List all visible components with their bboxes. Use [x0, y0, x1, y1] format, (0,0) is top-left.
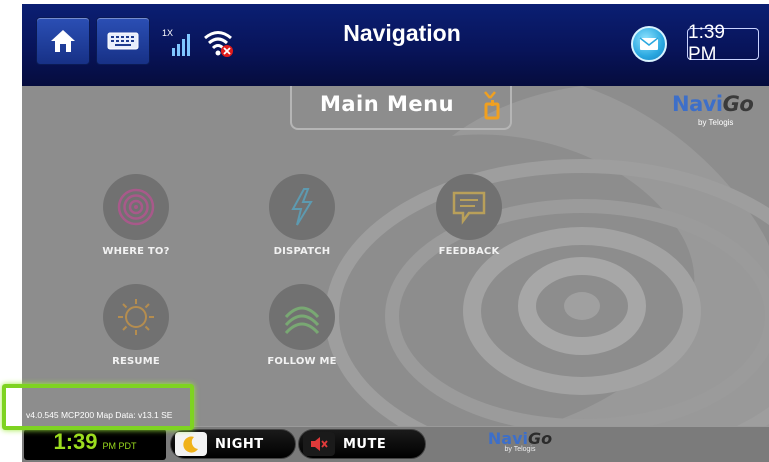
moon-icon: [183, 436, 198, 453]
follow-me-circle: [269, 284, 335, 350]
resume-label: RESUME: [112, 356, 160, 367]
bottom-clock-time: 1:39: [53, 429, 98, 454]
resume-circle: [103, 284, 169, 350]
signal-icon: [172, 34, 190, 56]
mute-label: MUTE: [343, 436, 387, 452]
signal-waves-icon: [284, 306, 320, 335]
feedback-label: FEEDBACK: [438, 246, 500, 257]
main-menu-area: Main Menu NaviGo by Telogis WHERE TO? DI…: [22, 86, 769, 426]
page-title: Navigation: [343, 20, 461, 46]
lightning-icon: [291, 188, 313, 226]
mail-icon: [639, 37, 659, 50]
keyboard-button[interactable]: [96, 17, 150, 65]
follow-me-button[interactable]: FOLLOW ME: [247, 284, 357, 367]
bottom-clock-zone: PM PDT: [102, 441, 137, 451]
night-mode-button[interactable]: NIGHT: [170, 429, 296, 459]
where-to-button[interactable]: WHERE TO?: [81, 174, 191, 257]
feedback-circle: [436, 174, 502, 240]
speaker-muted-icon: [311, 437, 328, 451]
home-icon: [51, 30, 75, 52]
bottom-navigo-logo: NaviGo by Telogis: [480, 429, 560, 461]
feedback-button[interactable]: FEEDBACK: [414, 174, 524, 257]
brand-go: Go: [722, 92, 754, 116]
target-icon: [117, 188, 155, 226]
sun-icon: [118, 299, 154, 335]
mute-button[interactable]: MUTE: [298, 429, 426, 459]
moon-icon-box: [175, 432, 207, 456]
bottom-bar: 1:39 PM PDT NIGHT MUTE NaviGo by Telogis: [22, 426, 769, 462]
keyboard-icon: [107, 32, 139, 50]
follow-me-label: FOLLOW ME: [267, 356, 337, 367]
messages-button[interactable]: [631, 26, 667, 62]
top-bar: 1X Navigation 1:39 PM: [22, 4, 769, 86]
home-button[interactable]: [36, 17, 90, 65]
speaker-icon-box: [303, 432, 335, 456]
bottom-clock: 1:39 PM PDT: [24, 429, 166, 460]
night-label: NIGHT: [215, 436, 264, 452]
chat-icon: [452, 191, 486, 225]
clock-display: 1:39 PM: [687, 22, 759, 65]
dispatch-button[interactable]: DISPATCH: [247, 174, 357, 257]
resume-button[interactable]: RESUME: [81, 284, 191, 367]
wifi-off-icon: [204, 31, 233, 57]
main-menu-title: Main Menu: [319, 92, 455, 116]
dispatch-label: DISPATCH: [273, 246, 331, 257]
navigo-logo: NaviGo by Telogis: [672, 92, 764, 132]
dispatch-circle: [269, 174, 335, 240]
gps-satellite-icon: [484, 91, 500, 120]
where-to-label: WHERE TO?: [102, 246, 170, 257]
where-to-circle: [103, 174, 169, 240]
version-highlight-box: [2, 384, 194, 430]
brand-sub: by Telogis: [698, 118, 734, 127]
main-menu-header: Main Menu: [290, 86, 512, 130]
brand-navi: Navi: [672, 92, 723, 116]
